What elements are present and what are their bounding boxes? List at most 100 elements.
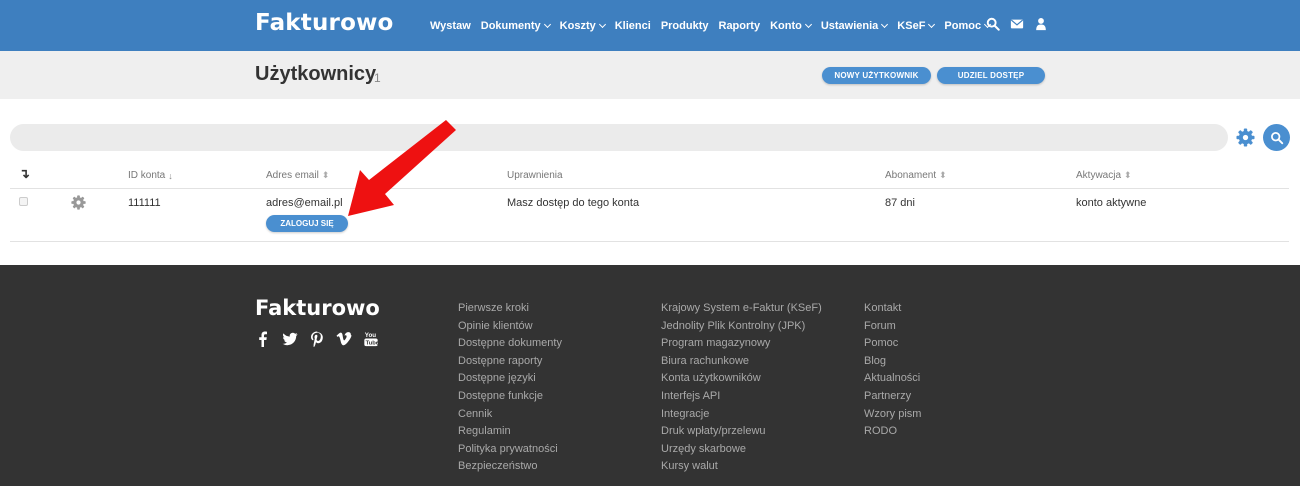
nav-item-label: Klienci — [614, 19, 651, 32]
search-icon — [1270, 131, 1283, 144]
footer-link[interactable]: Regulamin — [458, 424, 562, 442]
brand-logo[interactable]: Fakturowo — [255, 10, 394, 36]
footer-logo[interactable]: Fakturowo — [255, 296, 380, 320]
page: Fakturowo Wystaw Dokumenty Koszty Klienc… — [0, 0, 1300, 486]
nav-item-raporty[interactable]: Raporty — [719, 20, 761, 32]
footer-link[interactable]: Cennik — [458, 407, 562, 425]
footer-link[interactable]: Dostępne dokumenty — [458, 336, 562, 354]
nav-item-wystaw[interactable]: Wystaw — [430, 20, 471, 32]
footer-link[interactable]: Urzędy skarbowe — [661, 442, 822, 460]
footer-column-info: Pierwsze kroki Opinie klientów Dostępne … — [458, 301, 562, 477]
vimeo-icon[interactable] — [336, 331, 352, 347]
footer-link[interactable]: Kursy walut — [661, 459, 822, 477]
footer-link[interactable]: Partnerzy — [864, 389, 921, 407]
new-user-button[interactable]: NOWY UŻYTKOWNIK — [822, 67, 931, 84]
chevron-down-icon — [598, 20, 606, 28]
footer-link[interactable]: Dostępne raporty — [458, 354, 562, 372]
row-checkbox[interactable] — [19, 197, 28, 206]
nav-item-label: Pomoc — [944, 19, 982, 32]
footer-link[interactable]: Dostępne funkcje — [458, 389, 562, 407]
nav-item-produkty[interactable]: Produkty — [661, 20, 709, 32]
nav-item-label: Konto — [770, 19, 802, 32]
select-all-toggle[interactable]: ↴ — [19, 166, 30, 182]
column-header-label: Uprawnienia — [507, 170, 563, 181]
sort-icon: ⬍ — [939, 170, 947, 180]
nav-item-label: Produkty — [660, 19, 709, 32]
footer-link[interactable]: Program magazynowy — [661, 336, 822, 354]
row-divider — [10, 241, 1289, 242]
footer-link[interactable]: Dostępne języki — [458, 371, 562, 389]
column-header-permissions: Uprawnienia — [507, 170, 563, 181]
column-header-subscription[interactable]: Abonament ⬍ — [885, 170, 947, 181]
email-address: adres@email.pl — [266, 197, 343, 209]
column-header-label: ID konta — [128, 170, 166, 181]
social-links: You Tube — [255, 331, 379, 347]
footer-link[interactable]: Opinie klientów — [458, 319, 562, 337]
nav-item-label: Wystaw — [430, 19, 471, 32]
facebook-icon[interactable] — [255, 331, 271, 347]
footer-link[interactable]: Blog — [864, 354, 921, 372]
nav-item-label: KSeF — [897, 19, 926, 32]
footer-link[interactable]: Biura rachunkowe — [661, 354, 822, 372]
nav-item-ustawienia[interactable]: Ustawienia — [821, 20, 889, 32]
sort-desc-icon: ↓ — [168, 170, 173, 181]
footer-link[interactable]: Forum — [864, 319, 921, 337]
permissions-value: Masz dostęp do tego konta — [507, 197, 640, 209]
nav-item-label: Raporty — [718, 19, 761, 32]
footer-link[interactable]: Kontakt — [864, 301, 921, 319]
svg-text:Tube: Tube — [366, 341, 379, 347]
search-input[interactable] — [10, 124, 1228, 151]
user-icon[interactable] — [1034, 17, 1048, 31]
footer-link[interactable]: Druk wpłaty/przelewu — [661, 424, 822, 442]
envelope-icon[interactable] — [1010, 17, 1024, 31]
nav-item-klienci[interactable]: Klienci — [615, 20, 651, 32]
column-header-email[interactable]: Adres email ⬍ — [266, 170, 329, 181]
svg-text:You: You — [365, 332, 376, 339]
youtube-icon[interactable]: You Tube — [363, 331, 379, 347]
sort-icon: ⬍ — [1124, 170, 1132, 180]
footer-link[interactable]: Wzory pism — [864, 407, 921, 425]
nav-item-ksef[interactable]: KSeF — [897, 19, 936, 32]
chevron-down-icon — [881, 20, 889, 28]
footer-link[interactable]: Pierwsze kroki — [458, 301, 562, 319]
footer-link[interactable]: Bezpieczeństwo — [458, 459, 562, 477]
gear-icon[interactable] — [71, 195, 86, 210]
nav-item-konto[interactable]: Konto — [770, 19, 812, 32]
chevron-down-icon — [804, 20, 812, 28]
footer-link[interactable]: Polityka prywatności — [458, 442, 562, 460]
nav-item-dokumenty[interactable]: Dokumenty — [481, 20, 551, 32]
header-divider — [10, 188, 1289, 189]
column-header-label: Aktywacja — [1076, 170, 1122, 181]
footer-link[interactable]: Krajowy System e-Faktur (KSeF) — [661, 301, 822, 319]
search-button[interactable] — [1263, 124, 1290, 151]
search-icon[interactable] — [986, 17, 1000, 31]
footer-link[interactable]: Interfejs API — [661, 389, 822, 407]
nav-item-label: Koszty — [559, 19, 596, 32]
gear-icon[interactable] — [1236, 128, 1255, 147]
chevron-down-icon — [928, 20, 936, 28]
account-id: 111111 — [128, 197, 161, 209]
top-navbar: Fakturowo Wystaw Dokumenty Koszty Klienc… — [0, 0, 1300, 51]
footer-link[interactable]: RODO — [864, 424, 921, 442]
footer-link[interactable]: Konta użytkowników — [661, 371, 822, 389]
column-header-id[interactable]: ID konta ↓ — [128, 170, 173, 181]
page-header: Użytkownicy 1 NOWY UŻYTKOWNIK UDZIEL DOS… — [0, 51, 1300, 99]
column-header-activation[interactable]: Aktywacja ⬍ — [1076, 170, 1132, 181]
twitter-icon[interactable] — [282, 331, 298, 347]
nav-item-koszty[interactable]: Koszty — [559, 19, 606, 32]
footer-column-features: Krajowy System e-Faktur (KSeF) Jednolity… — [661, 301, 822, 477]
chevron-down-icon — [543, 20, 551, 28]
login-button[interactable]: ZALOGUJ SIĘ — [266, 215, 348, 232]
footer-link[interactable]: Integracje — [661, 407, 822, 425]
footer-column-contact: Kontakt Forum Pomoc Blog Aktualności Par… — [864, 301, 921, 442]
page-title: Użytkownicy — [255, 63, 377, 85]
nav-icons — [986, 17, 1048, 31]
footer-link[interactable]: Aktualności — [864, 371, 921, 389]
footer-link[interactable]: Jednolity Plik Kontrolny (JPK) — [661, 319, 822, 337]
nav-item-pomoc[interactable]: Pomoc — [944, 19, 992, 32]
pinterest-icon[interactable] — [309, 331, 325, 347]
column-header-label: Abonament — [885, 170, 937, 181]
grant-access-button[interactable]: UDZIEL DOSTĘP — [937, 67, 1045, 84]
user-count: 1 — [374, 71, 381, 85]
footer-link[interactable]: Pomoc — [864, 336, 921, 354]
